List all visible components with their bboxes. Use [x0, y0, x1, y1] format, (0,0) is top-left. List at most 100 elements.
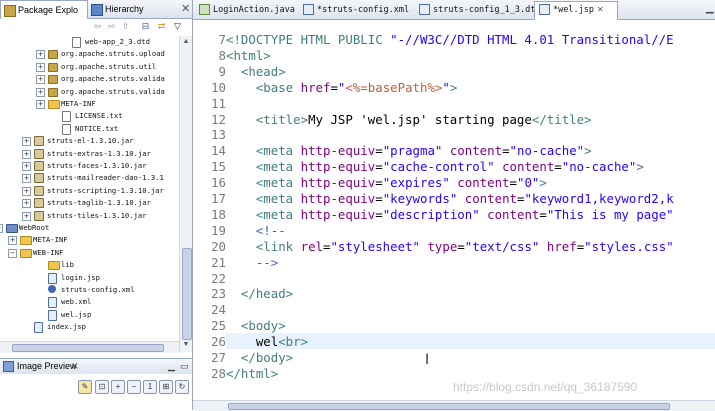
tree-item[interactable]: + struts-extras-1.3.10.jar — [0, 148, 178, 160]
tree-item[interactable]: wel.jsp — [0, 309, 178, 321]
code-line[interactable]: <head> — [226, 64, 286, 79]
tab-package-explorer[interactable]: Package Explo — [0, 0, 88, 19]
fit-image-icon[interactable]: ⊡ — [95, 380, 109, 394]
tree-item[interactable]: + struts-scripting-1.3.10.jar — [0, 185, 178, 197]
scroll-up-icon[interactable]: ▲ — [181, 37, 191, 47]
tree-item[interactable]: + org.apache.struts.upload — [0, 48, 178, 60]
tree-item[interactable]: + struts-tiles-1.3.10.jar — [0, 210, 178, 222]
tree-item[interactable]: + struts-el-1.3.10.jar — [0, 135, 178, 147]
code-line[interactable]: <link rel="stylesheet" type="text/css" h… — [226, 239, 674, 254]
zoom-out-icon[interactable]: − — [127, 380, 141, 394]
expand-icon[interactable]: + — [36, 100, 45, 109]
expand-icon[interactable]: + — [22, 137, 31, 147]
tree-item[interactable]: + org.apache.struts.util — [0, 61, 178, 73]
code-line[interactable]: <meta http-equiv="description" content="… — [226, 207, 674, 222]
expand-icon[interactable]: + — [22, 149, 31, 159]
jar-icon — [34, 148, 44, 159]
line-number: 12 — [211, 111, 226, 127]
tree-item[interactable]: + META-INF — [0, 98, 178, 110]
up-arrow-icon[interactable]: ⇧ — [120, 21, 131, 32]
expand-icon[interactable]: + — [36, 62, 45, 72]
tree-item[interactable]: index.jsp — [0, 321, 178, 334]
line-number: 25 — [211, 318, 226, 334]
zoom-in-icon[interactable]: + — [111, 380, 125, 394]
back-arrow-icon[interactable]: ⇦ — [92, 21, 103, 32]
minimize-icon[interactable]: ▁ — [168, 359, 175, 374]
code-line[interactable]: </body> — [226, 350, 293, 365]
tab-image-preview[interactable]: Image Preview ✕ ▁ ▭ — [0, 359, 192, 374]
tree-item[interactable]: + META-INF — [0, 234, 178, 246]
tree-item[interactable]: struts-config.xml — [0, 284, 178, 296]
code-line[interactable]: <body> — [226, 318, 286, 333]
tree-item[interactable]: LICENSE.txt — [0, 110, 178, 123]
expand-icon[interactable]: + — [22, 211, 31, 221]
tree-item[interactable]: + org.apache.struts.valida — [0, 73, 178, 85]
actual-size-icon[interactable]: 1 — [143, 380, 157, 394]
code-line[interactable]: <meta http-equiv="cache-control" content… — [226, 159, 644, 174]
expand-icon[interactable]: + — [36, 50, 45, 60]
collapse-all-icon[interactable]: ⊟ — [140, 21, 151, 32]
zoom-to-fit-icon[interactable]: ⊞ — [159, 380, 173, 394]
code-line[interactable]: </html> — [226, 366, 278, 381]
tree-item[interactable]: + struts-mailreader-dao-1.3.1 — [0, 172, 178, 184]
collapse-icon[interactable]: − — [8, 248, 17, 258]
close-tab-icon[interactable]: ✕ — [597, 5, 604, 14]
image-preview-icon — [3, 361, 14, 373]
tab-wel-jsp[interactable]: *wel.jsp ✕ — [534, 1, 618, 20]
scrollbar-thumb[interactable] — [182, 248, 192, 340]
expand-icon[interactable]: + — [36, 87, 45, 97]
collapse-icon[interactable]: − — [0, 224, 3, 233]
tree-horizontal-scrollbar[interactable] — [0, 341, 179, 353]
tree-item[interactable]: − WEB-INF — [0, 247, 178, 259]
expand-icon[interactable]: + — [22, 174, 31, 184]
code-line[interactable]: </head> — [226, 286, 293, 301]
tree-item[interactable]: web-app_2_3.dtd — [0, 36, 178, 48]
rotate-icon[interactable]: ↻ — [175, 380, 189, 394]
code-line[interactable]: <base href="<%=basePath%>"> — [226, 80, 457, 95]
tab-struts-config-xml[interactable]: *struts-config.xml — [299, 2, 411, 18]
close-icon[interactable]: ✕ — [181, 2, 190, 15]
link-with-editor-icon[interactable]: ⇄ — [156, 21, 167, 32]
code-line[interactable]: <html> — [226, 48, 271, 63]
tree-item[interactable]: − WebRoot — [0, 222, 178, 234]
tree-item[interactable]: web.xml — [0, 296, 178, 309]
close-icon[interactable]: ✕ — [71, 359, 79, 374]
tab-loginaction-java[interactable]: LoginAction.java — [195, 2, 295, 18]
scrollbar-thumb[interactable] — [12, 344, 164, 352]
code-line[interactable]: <meta http-equiv="keywords" content="key… — [226, 191, 674, 206]
code-line[interactable]: <meta http-equiv="expires" content="0"> — [226, 175, 547, 190]
tree-item[interactable]: lib — [0, 259, 178, 271]
expand-icon[interactable]: + — [8, 236, 17, 246]
tab-hierarchy[interactable]: Hierarchy — [88, 0, 168, 18]
line-number: 11 — [211, 95, 226, 111]
view-menu-icon[interactable]: ▽ — [172, 21, 183, 32]
open-image-icon[interactable]: ✎ — [78, 380, 92, 394]
tree-item-label: wel.jsp — [61, 309, 92, 319]
editor-horizontal-scrollbar[interactable] — [193, 400, 715, 411]
expand-icon[interactable]: + — [22, 186, 31, 196]
code-line[interactable]: --> — [226, 255, 278, 270]
tab-struts-config-dtd[interactable]: struts-config_1_3.dt — [415, 2, 535, 18]
line-number-gutter: 7 8 9 10 11 12 13 14 15 16 17 18 19 20 21 22 23 24 25 26 27 2… — [193, 20, 226, 400]
tree-item[interactable]: + struts-faces-1.3.10.jar — [0, 160, 178, 172]
expand-icon[interactable]: + — [36, 75, 45, 85]
tree-item[interactable]: NOTICE.txt — [0, 123, 178, 135]
scroll-down-icon[interactable]: ▼ — [181, 340, 191, 350]
maximize-icon[interactable]: ▭ — [180, 359, 189, 374]
expand-icon[interactable]: + — [22, 162, 31, 171]
tree-vertical-scrollbar[interactable]: ▲ ▼ — [179, 36, 192, 352]
tree-item[interactable]: + struts-taglib-1.3.10.jar — [0, 197, 178, 209]
code-line[interactable]: <title>My JSP 'wel.jsp' starting page</t… — [226, 112, 592, 127]
code-line[interactable]: <!DOCTYPE HTML PUBLIC "-//W3C//DTD HTML … — [226, 32, 674, 47]
code-line[interactable]: wel<br> — [226, 334, 308, 349]
code-line[interactable]: <meta http-equiv="pragma" content="no-ca… — [226, 143, 592, 158]
code-line[interactable]: <!-- — [226, 223, 286, 238]
code-editor[interactable]: 7 8 9 10 11 12 13 14 15 16 17 18 19 20 21 22 23 24 25 26 27 2… — [193, 20, 715, 400]
scrollbar-thumb[interactable] — [228, 403, 670, 410]
tree-item[interactable]: + org.apache.struts.valida — [0, 86, 178, 98]
tree-item[interactable]: login.jsp — [0, 272, 178, 284]
minimize-icon[interactable]: ▁ — [706, 3, 714, 14]
text-file-icon — [62, 111, 71, 123]
expand-icon[interactable]: + — [22, 199, 31, 209]
forward-arrow-icon[interactable]: ⇨ — [106, 21, 117, 32]
